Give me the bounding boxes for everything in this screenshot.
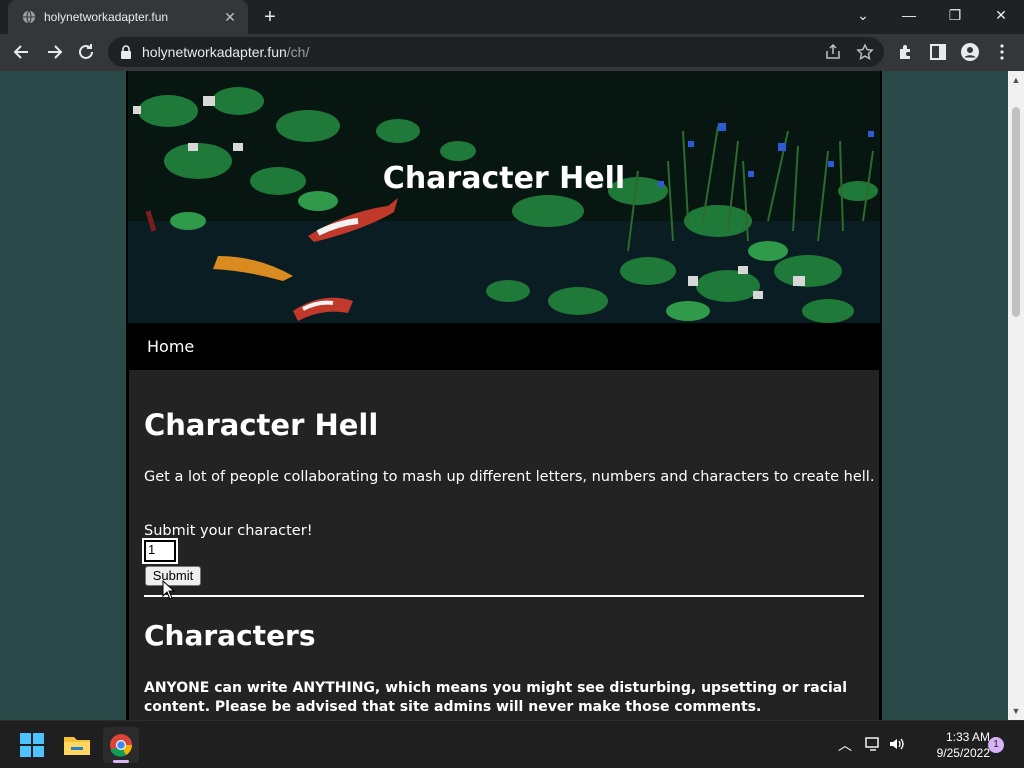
reload-icon[interactable] [72,38,100,66]
site-container: Character Hell Home Character Hell Get a… [126,71,882,720]
close-window-button[interactable]: ✕ [978,0,1024,34]
volume-icon[interactable] [888,736,906,752]
lock-icon[interactable] [120,45,132,59]
browser-toolbar: holynetworkadapter.fun/ch/ [0,34,1024,71]
bookmark-star-icon[interactable] [856,43,874,61]
submit-character-label: Submit your character! [144,523,313,539]
chrome-icon [110,734,133,757]
page-title: Character Hell [144,408,379,442]
site-navbar: Home [128,323,880,369]
restore-button[interactable]: ❐ [932,0,978,34]
scrollbar-thumb[interactable] [1012,107,1020,317]
profile-avatar-icon[interactable] [960,42,980,62]
side-panel-icon[interactable] [928,42,948,62]
scroll-down-arrow-icon[interactable]: ▼ [1008,704,1024,718]
koi-pond-banner-image [128,71,880,323]
file-explorer-icon[interactable] [59,727,95,763]
main-content: Character Hell Get a lot of people colla… [129,370,879,720]
mouse-pointer-icon [162,580,176,600]
minimize-button[interactable]: — [886,0,932,34]
chrome-taskbar-button[interactable] [103,727,139,763]
intro-text: Get a lot of people collaborating to mas… [144,469,875,485]
character-input[interactable]: 1 [142,538,178,564]
share-icon[interactable] [824,43,842,61]
network-icon[interactable] [864,736,882,752]
active-app-indicator [113,760,129,763]
new-tab-button[interactable]: + [258,5,282,29]
url-text: holynetworkadapter.fun/ch/ [142,44,310,60]
system-clock[interactable]: 1:33 AM 9/25/2022 [910,729,990,761]
extensions-puzzle-icon[interactable] [896,42,916,62]
forward-icon[interactable] [40,38,68,66]
clock-time: 1:33 AM [945,730,990,744]
divider [144,595,864,597]
windows-taskbar: ︿ 1:33 AM 9/25/2022 1 [0,720,1024,768]
clock-date: 9/25/2022 [936,746,990,760]
banner-title: Character Hell [382,161,626,196]
nav-home-link[interactable]: Home [147,337,194,356]
show-hidden-icons-chevron-icon[interactable]: ︿ [838,735,852,755]
tab-search-chevron-icon[interactable]: ⌄ [840,0,886,34]
back-icon[interactable] [8,38,36,66]
vertical-scrollbar[interactable]: ▲ ▼ [1008,71,1024,720]
tab-title: holynetworkadapter.fun [44,10,169,24]
globe-icon [22,10,36,24]
characters-heading: Characters [144,619,316,652]
address-bar[interactable]: holynetworkadapter.fun/ch/ [108,37,884,67]
windows-start-icon[interactable] [14,727,50,763]
header-banner: Character Hell [128,71,880,323]
tab-close-icon[interactable]: ✕ [222,9,238,25]
page-viewport: Character Hell Home Character Hell Get a… [0,71,1008,720]
tab-strip: holynetworkadapter.fun ✕ + ⌄ — ❐ ✕ [0,0,1024,34]
notification-badge[interactable]: 1 [988,737,1004,753]
scroll-up-arrow-icon[interactable]: ▲ [1008,73,1024,87]
menu-kebab-icon[interactable] [992,42,1012,62]
browser-tab[interactable]: holynetworkadapter.fun ✕ [8,0,248,34]
content-warning: ANYONE can write ANYTHING, which means y… [144,680,848,715]
